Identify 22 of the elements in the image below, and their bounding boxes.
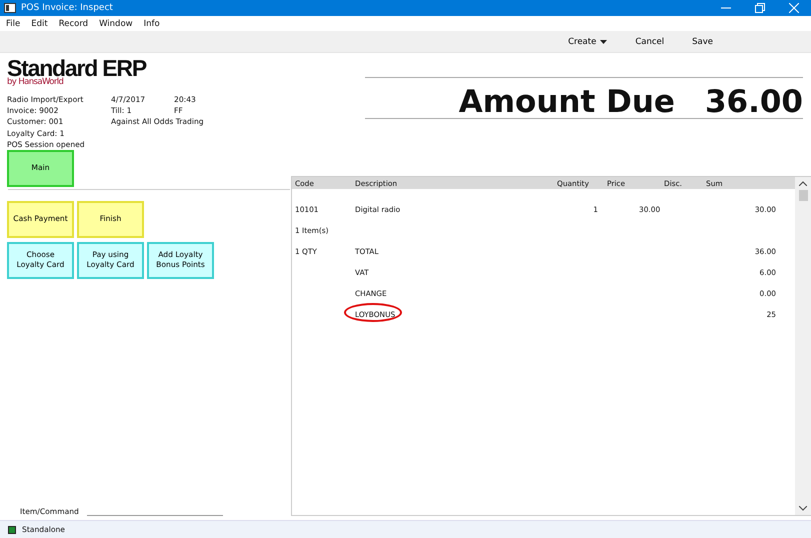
menu-item[interactable]: Record xyxy=(58,18,88,28)
menu-item[interactable]: File xyxy=(6,18,20,28)
caret-icon xyxy=(600,40,608,44)
app-icon xyxy=(4,3,16,13)
menu-item[interactable]: Edit xyxy=(31,18,48,28)
scroll-down-icon xyxy=(799,506,807,511)
toolbar-button[interactable]: Save xyxy=(692,36,713,46)
amount-label: Amount Due xyxy=(458,86,675,118)
scrollbar[interactable] xyxy=(795,177,811,515)
window-title: POS Invoice: Inspect xyxy=(21,3,113,13)
menu-item[interactable]: Info xyxy=(144,18,160,28)
scroll-up-icon xyxy=(799,181,807,186)
restore-icon xyxy=(755,3,765,13)
toolbar-button[interactable]: Cancel xyxy=(635,36,664,46)
amount-value: 36.00 xyxy=(704,86,803,118)
toolbar-button[interactable]: Create xyxy=(568,36,608,46)
status-indicator xyxy=(8,526,16,534)
menu-item[interactable]: Window xyxy=(99,18,133,28)
logo-byline: by HansaWorld xyxy=(7,78,64,87)
logo-text: Standard ERP xyxy=(7,57,146,79)
scroll-thumb[interactable] xyxy=(798,190,808,201)
close-icon xyxy=(789,3,799,13)
